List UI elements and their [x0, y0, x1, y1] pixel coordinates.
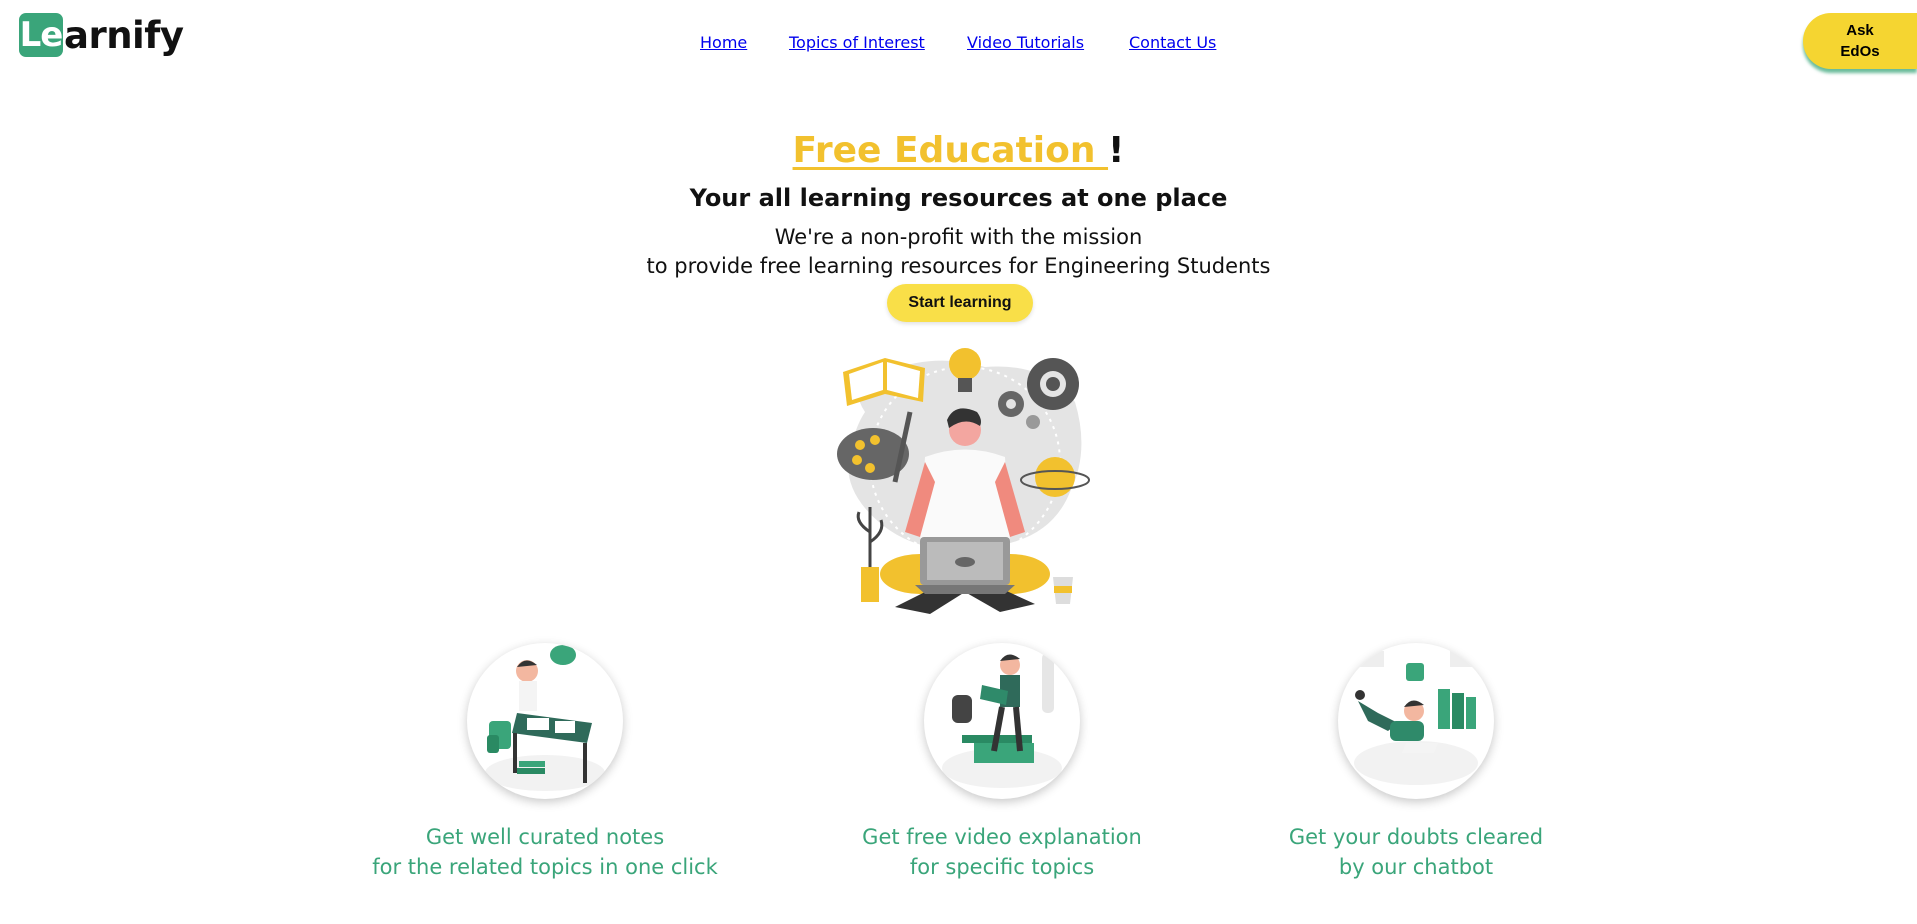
nav-topics-of-interest[interactable]: Topics of Interest	[789, 33, 925, 52]
coffee-cup-icon	[1053, 577, 1073, 604]
student-laptop-illustration	[837, 348, 1090, 614]
feature-notes-image	[467, 643, 623, 799]
feature-videos-caption: Get free video explanation for specific …	[802, 822, 1202, 882]
feature-videos-line2: for specific topics	[909, 855, 1095, 879]
lying-student-illustration	[1354, 651, 1478, 785]
feature-chatbot-image	[1338, 643, 1494, 799]
logo-text: arnify	[64, 13, 184, 57]
study-desk-illustration	[485, 645, 605, 791]
hero-title: Free Education !	[0, 130, 1917, 171]
logo-mark: Le	[19, 13, 63, 57]
brand-logo[interactable]: Le arnify	[19, 13, 184, 57]
hero-description: We're a non-profit with the mission to p…	[0, 223, 1917, 281]
feature-videos-image	[924, 643, 1080, 799]
feature-notes-caption: Get well curated notes for the related t…	[345, 822, 745, 882]
feature-chatbot-caption: Get your doubts cleared by our chatbot	[1216, 822, 1616, 882]
feature-notes-line2: for the related topics in one click	[372, 855, 718, 879]
feature-chatbot-line2: by our chatbot	[1338, 855, 1494, 879]
nav-contact-us[interactable]: Contact Us	[1129, 33, 1216, 52]
feature-videos-line1: Get free video explanation	[862, 825, 1142, 849]
nav-video-tutorials[interactable]: Video Tutorials	[967, 33, 1084, 52]
hero-title-exclamation: !	[1108, 130, 1125, 171]
ask-chatbot-button[interactable]: Ask EdOs	[1803, 13, 1917, 69]
ask-line1: Ask	[1846, 22, 1874, 39]
feature-chatbot-line1: Get your doubts cleared	[1288, 825, 1544, 849]
start-learning-button[interactable]: Start learning	[887, 284, 1033, 322]
feature-notes-line1: Get well curated notes	[425, 825, 665, 849]
hero-title-highlight: Free Education	[792, 130, 1109, 171]
nav-home[interactable]: Home	[700, 33, 747, 52]
reading-student-illustration	[942, 653, 1062, 788]
ask-line2: EdOs	[1840, 43, 1880, 60]
hero-desc-line2: to provide free learning resources for E…	[646, 254, 1271, 278]
hero-subtitle: Your all learning resources at one place	[689, 184, 1228, 212]
hero-desc-line1: We're a non-profit with the mission	[774, 225, 1143, 249]
